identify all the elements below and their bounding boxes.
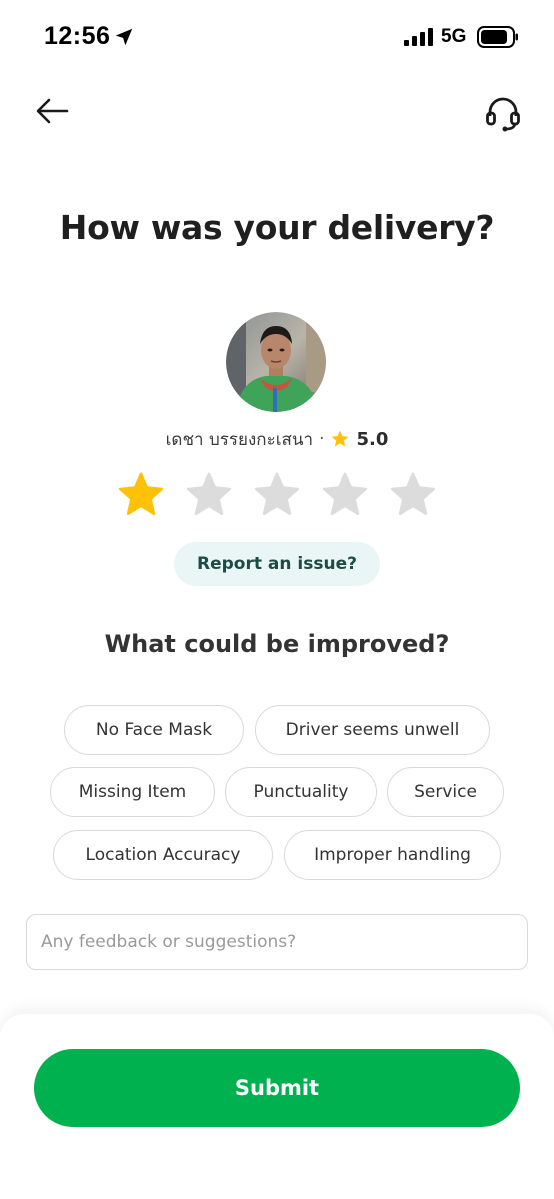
feedback-input[interactable]	[26, 914, 528, 970]
submit-button[interactable]: Submit	[34, 1049, 520, 1127]
driver-name: เดชา บรรยงกะเสนา	[165, 429, 314, 450]
rating-star-4-icon[interactable]	[320, 470, 370, 520]
headset-icon[interactable]	[484, 94, 522, 132]
rating-star-2-icon[interactable]	[184, 470, 234, 520]
back-arrow-icon[interactable]	[34, 95, 70, 127]
star-icon	[332, 430, 349, 447]
rating-star-1-icon[interactable]	[116, 470, 166, 520]
driver-rating: 5.0	[356, 428, 389, 450]
chip-location-accuracy[interactable]: Location Accuracy	[53, 830, 273, 880]
battery-icon	[477, 26, 518, 48]
chip-driver-seems-unwell[interactable]: Driver seems unwell	[255, 705, 490, 755]
chip-improper-handling[interactable]: Improper handling	[284, 830, 501, 880]
star-rating	[116, 470, 438, 522]
improve-section-title: What could be improved?	[104, 630, 450, 658]
separator-dot: ·	[319, 429, 325, 449]
rating-star-3-icon[interactable]	[252, 470, 302, 520]
rating-star-5-icon[interactable]	[388, 470, 438, 520]
network-label: 5G	[441, 26, 467, 47]
driver-info: เดชา บรรยงกะเสนา · 5.0	[0, 426, 554, 452]
signal-icon	[404, 28, 433, 46]
chip-service[interactable]: Service	[387, 767, 504, 817]
chip-missing-item[interactable]: Missing Item	[50, 767, 215, 817]
status-time: 12:56	[44, 22, 111, 50]
chip-punctuality[interactable]: Punctuality	[225, 767, 377, 817]
location-arrow-icon	[115, 28, 133, 46]
driver-avatar	[226, 312, 326, 412]
chip-no-face-mask[interactable]: No Face Mask	[64, 705, 244, 755]
page-title: How was your delivery?	[59, 208, 495, 247]
status-bar: 12:56 5G	[0, 0, 554, 72]
report-issue-button[interactable]: Report an issue?	[174, 542, 380, 586]
